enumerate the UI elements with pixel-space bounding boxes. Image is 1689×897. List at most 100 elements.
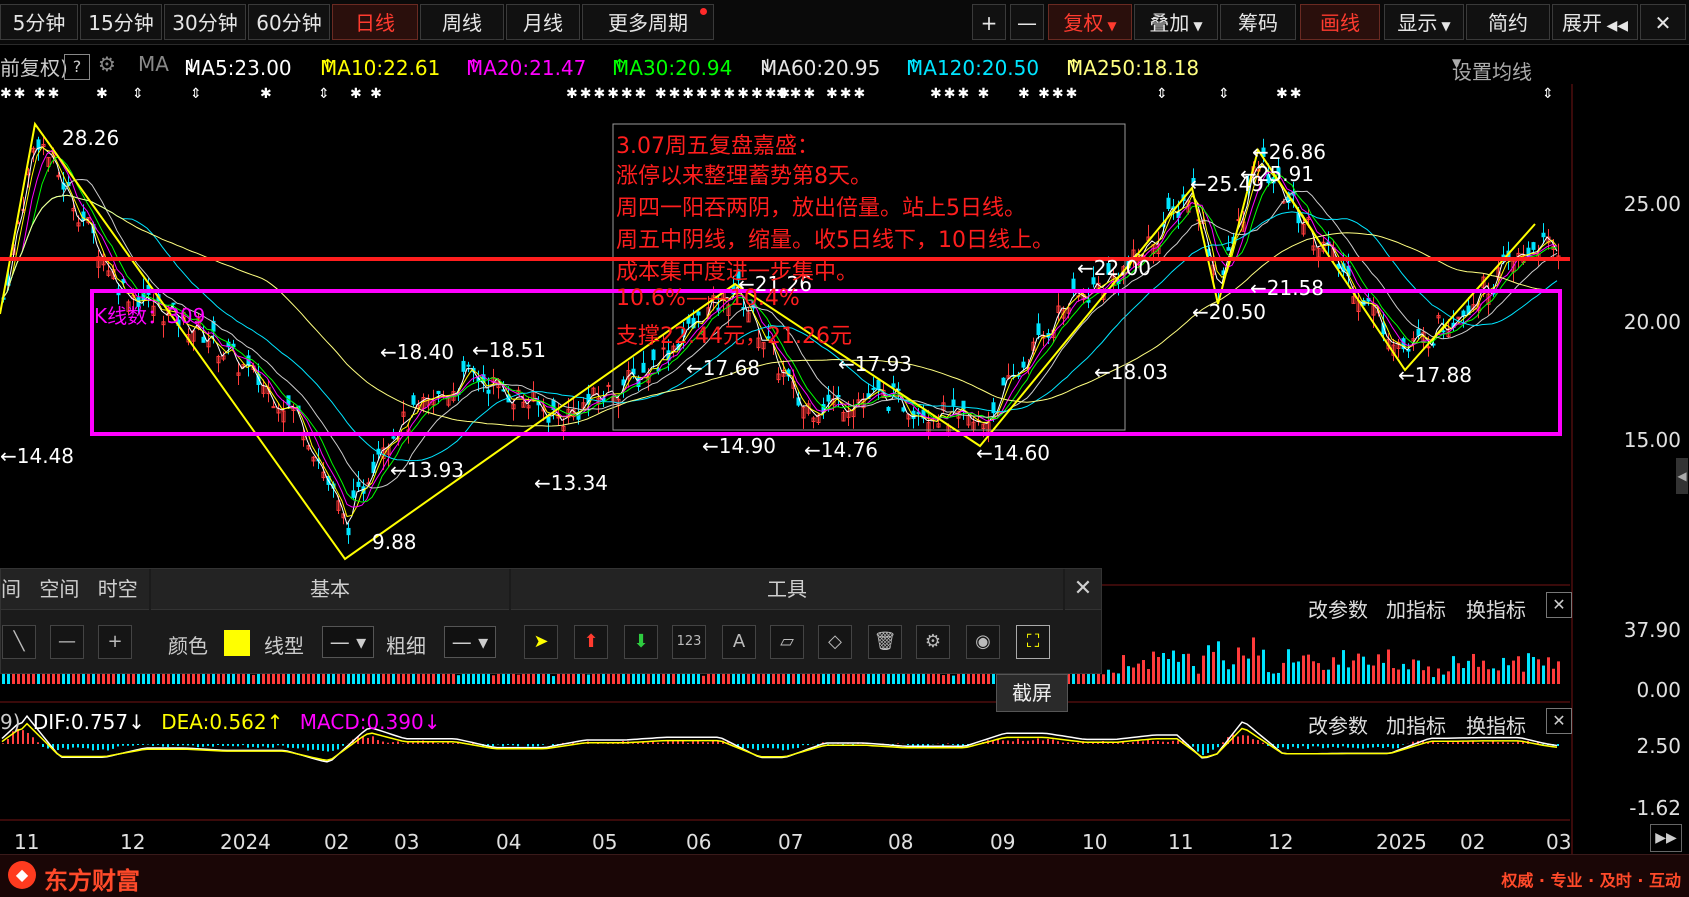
period-60min-button[interactable]: 60分钟 bbox=[248, 4, 330, 40]
add-indicator-button[interactable]: 加指标 bbox=[1386, 710, 1446, 739]
candle-body bbox=[872, 388, 875, 389]
period-monthly-button[interactable]: 月线 bbox=[506, 4, 580, 40]
macd-bar bbox=[177, 744, 179, 746]
help-button[interactable]: ? bbox=[64, 54, 90, 80]
macd-bar bbox=[37, 742, 39, 744]
volume-max-tick: 37.90 bbox=[1624, 618, 1681, 642]
down-arrow-icon[interactable]: ⬇ bbox=[624, 625, 658, 659]
volume-bar bbox=[1212, 652, 1215, 684]
simple-button[interactable]: 简约 bbox=[1466, 4, 1550, 40]
scroll-right-icon[interactable]: ▶▶ bbox=[1650, 824, 1682, 852]
volume-bar bbox=[1167, 659, 1170, 684]
modify-params-button[interactable]: 改参数 bbox=[1308, 710, 1368, 739]
linetype-select[interactable]: — ▾ bbox=[322, 626, 374, 658]
number-icon[interactable]: 123 bbox=[672, 625, 706, 659]
up-arrow-icon[interactable]: ⬆ bbox=[574, 625, 608, 659]
close-icon[interactable]: ✕ bbox=[1065, 569, 1101, 610]
macd-bar bbox=[952, 744, 954, 745]
period-weekly-button[interactable]: 周线 bbox=[420, 4, 504, 40]
macd-bar bbox=[77, 744, 79, 747]
expand-button[interactable]: 展开 ◀◀ bbox=[1552, 4, 1638, 40]
volume-bar bbox=[1452, 656, 1455, 684]
text-icon[interactable]: A bbox=[722, 625, 756, 659]
macd-bar bbox=[802, 744, 804, 745]
macd-bar bbox=[317, 744, 319, 750]
volume-bar bbox=[1552, 669, 1555, 684]
tab-time[interactable]: 间 bbox=[1, 577, 21, 601]
volume-bar bbox=[1332, 657, 1335, 684]
eye-icon[interactable]: ◉ bbox=[966, 625, 1000, 659]
zoom-in-button[interactable]: + bbox=[972, 4, 1006, 40]
macd-bar bbox=[782, 744, 784, 750]
color-swatch[interactable] bbox=[224, 630, 250, 656]
macd-bar bbox=[502, 744, 504, 746]
switch-indicator-button[interactable]: 换指标 bbox=[1466, 594, 1526, 623]
price-label: ←13.93 bbox=[390, 458, 464, 482]
macd-bar bbox=[1212, 744, 1214, 750]
macd-bar bbox=[292, 744, 294, 748]
ma120-text: MA120:20.50 bbox=[906, 56, 1039, 80]
volume-bar bbox=[1537, 659, 1540, 684]
ruler-icon[interactable]: ▱ bbox=[770, 625, 804, 659]
candle-body bbox=[607, 385, 610, 386]
footer-bar: ◆ 东方财富 权威 · 专业 · 及时 · 互动 bbox=[0, 854, 1689, 897]
volume-bar bbox=[1317, 663, 1320, 684]
restore-rights-button[interactable]: 复权▼ bbox=[1048, 4, 1132, 40]
overlay-button[interactable]: 叠加▼ bbox=[1134, 4, 1218, 40]
macd-bar bbox=[747, 744, 749, 748]
horizontal-line-icon[interactable]: — bbox=[50, 625, 84, 659]
display-button[interactable]: 显示▼ bbox=[1384, 4, 1464, 40]
macd-bar bbox=[227, 744, 229, 746]
draw-line-button[interactable]: 画线 bbox=[1300, 4, 1380, 40]
annotation-line: 支撑22.44元，21.26元 bbox=[616, 318, 852, 350]
modify-params-button[interactable]: 改参数 bbox=[1308, 594, 1368, 623]
gear-icon[interactable]: ⚙ bbox=[98, 52, 116, 76]
add-indicator-button[interactable]: 加指标 bbox=[1386, 594, 1446, 623]
volume-bar bbox=[1427, 666, 1430, 684]
period-15min-button[interactable]: 15分钟 bbox=[80, 4, 162, 40]
macd-bar bbox=[717, 741, 719, 744]
period-daily-button[interactable]: 日线 bbox=[332, 4, 418, 40]
chips-button[interactable]: 筹码 bbox=[1220, 4, 1296, 40]
settings-icon[interactable]: ⚙ bbox=[916, 625, 950, 659]
close-icon[interactable]: ✕ bbox=[1546, 708, 1572, 734]
tab-space[interactable]: 空间 bbox=[39, 577, 79, 601]
consolidation-box[interactable] bbox=[92, 291, 1560, 434]
volume-bar bbox=[1512, 661, 1515, 684]
tab-spacetime[interactable]: 时空 bbox=[98, 577, 138, 601]
pointer-icon[interactable]: ➤ bbox=[524, 625, 558, 659]
macd-bar bbox=[767, 744, 769, 748]
macd-bar bbox=[242, 744, 244, 745]
eraser-icon[interactable]: ◇ bbox=[818, 625, 852, 659]
period-30min-button[interactable]: 30分钟 bbox=[164, 4, 246, 40]
macd-bar bbox=[137, 744, 139, 745]
macd-bar bbox=[72, 744, 74, 748]
macd-bar bbox=[342, 744, 344, 746]
diagonal-line-icon[interactable]: ╲ bbox=[2, 625, 36, 659]
collapse-panel-handle[interactable]: ◀ bbox=[1676, 458, 1688, 494]
collapse-arrows-icon[interactable]: ✕ bbox=[1640, 4, 1686, 40]
macd-bar bbox=[1002, 740, 1004, 744]
zoom-out-button[interactable]: — bbox=[1010, 4, 1044, 40]
price-label: ←26.86 bbox=[1252, 140, 1326, 164]
cross-line-icon[interactable]: + bbox=[98, 625, 132, 659]
dea-value: DEA:0.562 bbox=[161, 710, 266, 734]
thickness-select[interactable]: — ▾ bbox=[444, 626, 496, 658]
dif-value: DIF:0.757 bbox=[33, 710, 128, 734]
volume-bar bbox=[227, 672, 230, 684]
period-5min-button[interactable]: 5分钟 bbox=[0, 4, 78, 40]
volume-bar bbox=[1307, 655, 1310, 684]
trash-icon[interactable]: 🗑 bbox=[868, 625, 902, 659]
candle-body bbox=[1442, 331, 1445, 332]
screenshot-icon[interactable]: ⛶ bbox=[1016, 625, 1050, 659]
macd-bar bbox=[757, 744, 759, 750]
macd-bar bbox=[537, 744, 539, 746]
close-icon[interactable]: ✕ bbox=[1546, 592, 1572, 618]
macd-bar bbox=[687, 743, 689, 744]
macd-bar bbox=[107, 744, 109, 750]
macd-bar bbox=[1392, 744, 1394, 748]
switch-indicator-button[interactable]: 换指标 bbox=[1466, 710, 1526, 739]
macd-bar bbox=[322, 744, 324, 751]
volume-bar bbox=[552, 676, 555, 684]
more-periods-button[interactable]: 更多周期 bbox=[582, 4, 714, 40]
